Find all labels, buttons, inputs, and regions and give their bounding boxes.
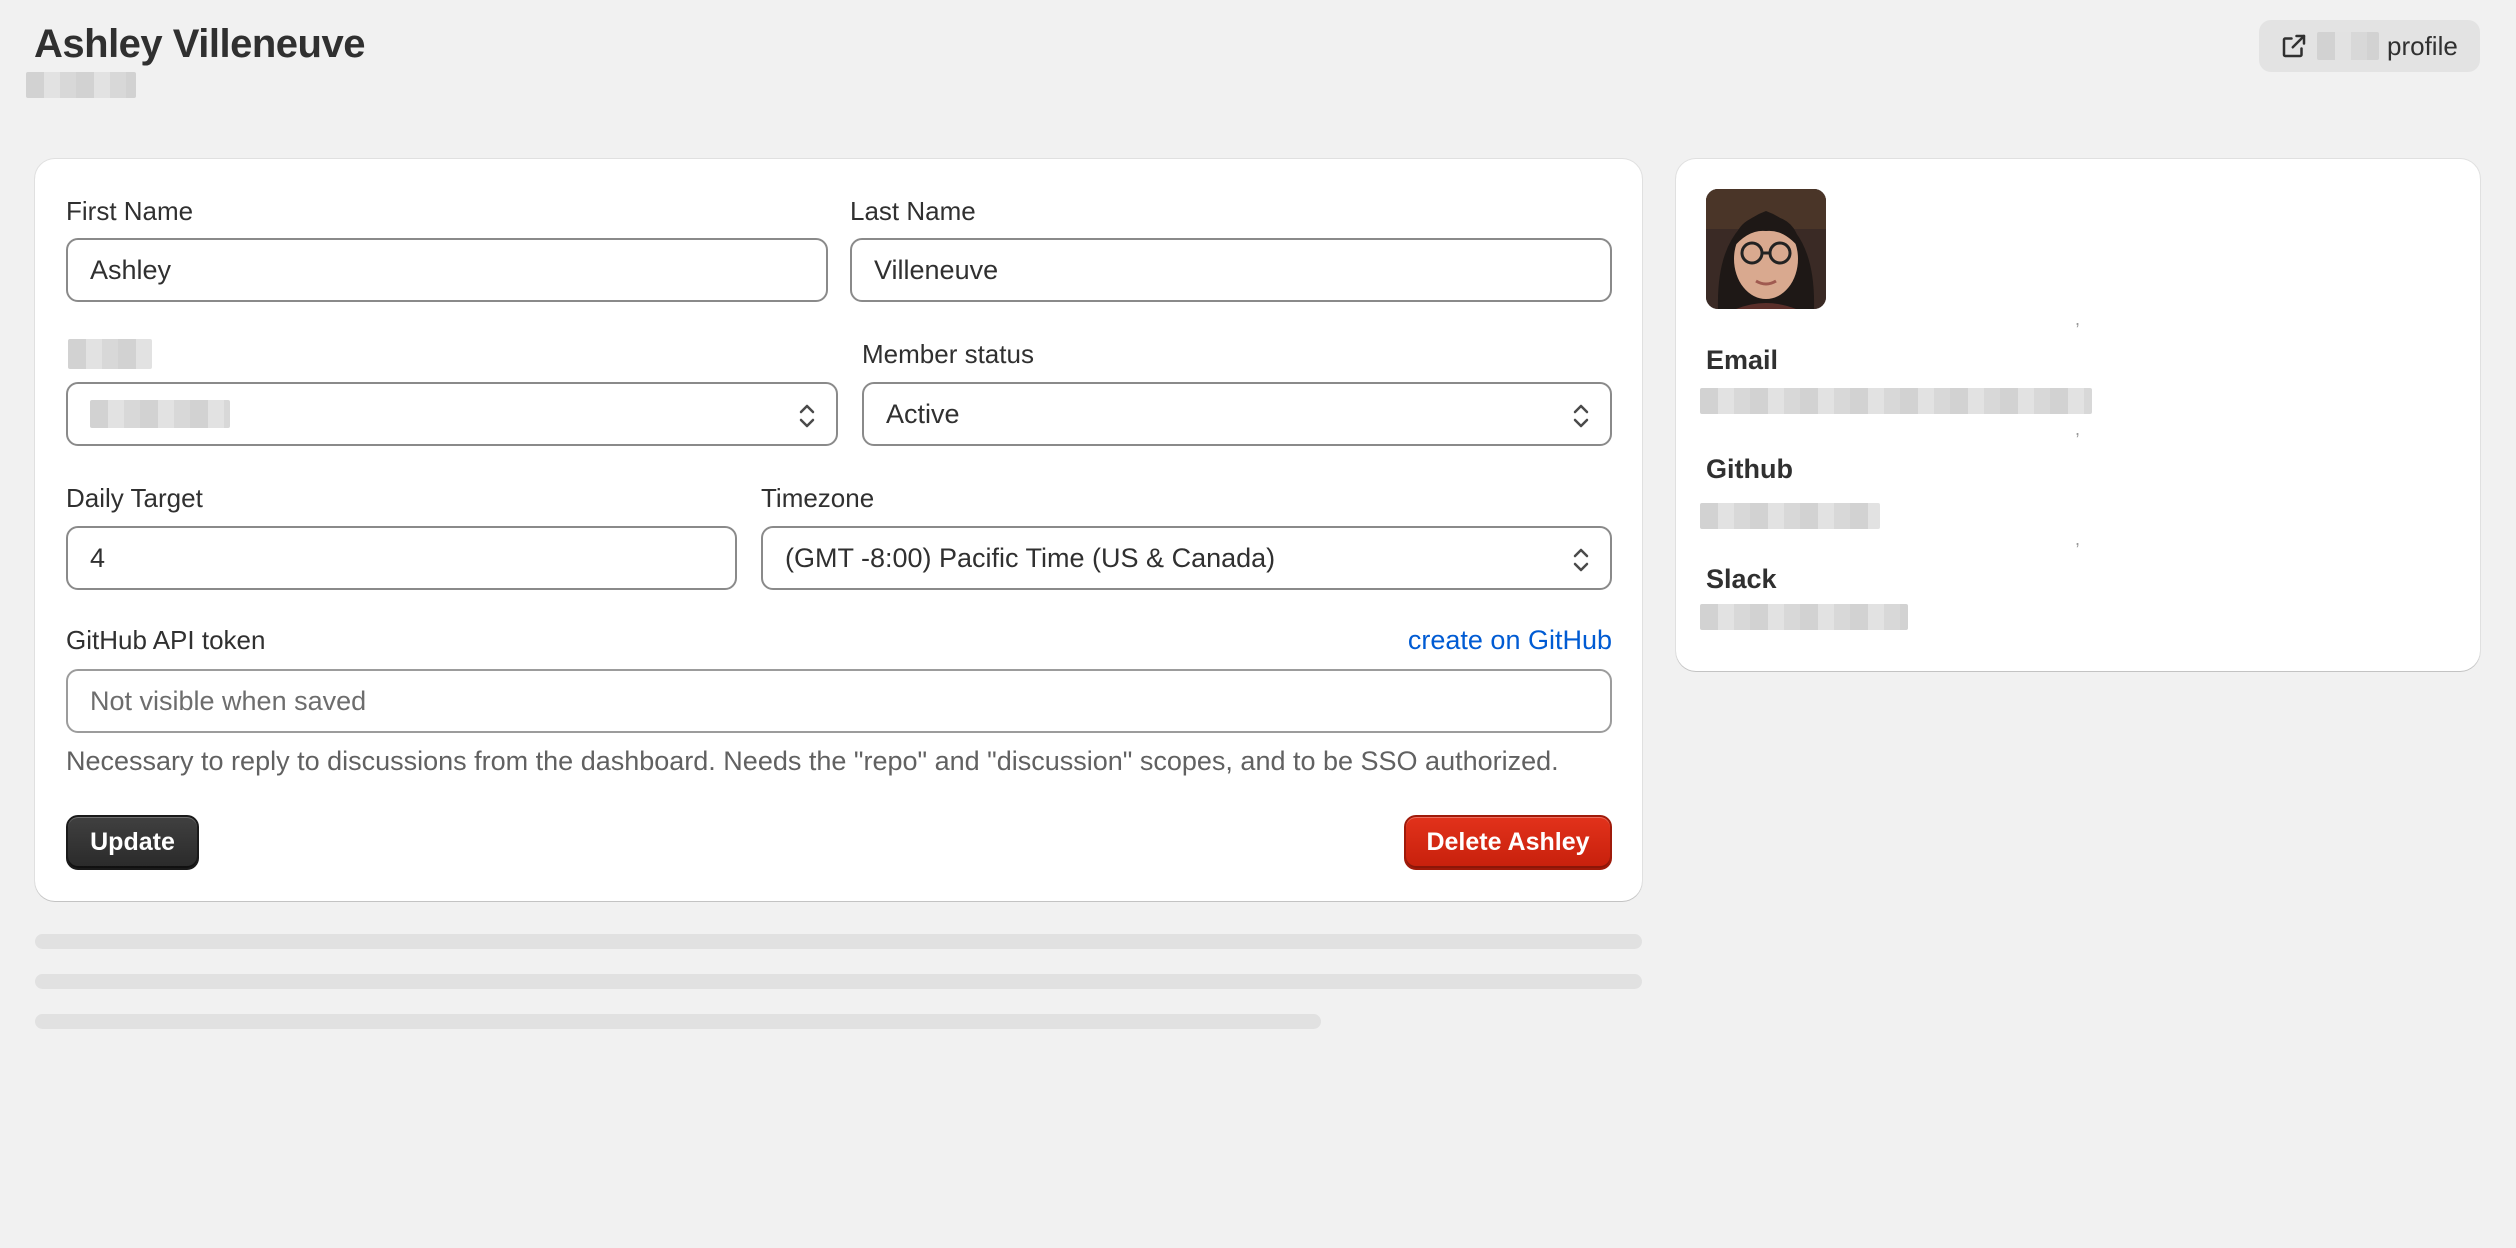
external-link-icon (2279, 31, 2309, 61)
decorative-tick: , (2075, 309, 2081, 329)
member-form-card: First Name Ashley Last Name Villeneuve M… (35, 159, 1642, 901)
first-name-label: First Name (66, 196, 194, 226)
github-heading: Github (1706, 454, 1793, 484)
github-token-label: GitHub API token (66, 625, 266, 655)
redacted-github-handle (1700, 503, 1880, 529)
timezone-label: Timezone (761, 483, 875, 513)
select-chevron-icon (796, 400, 818, 432)
timezone-value: (GMT -8:00) Pacific Time (US & Canada) (785, 542, 1276, 573)
member-status-value: Active (886, 398, 960, 429)
select-chevron-icon (1570, 544, 1592, 576)
avatar (1706, 189, 1826, 309)
select-chevron-icon (1570, 400, 1592, 432)
decorative-tick: , (2075, 419, 2081, 439)
github-token-help-text: Necessary to reply to discussions from t… (66, 746, 1559, 776)
member-status-label: Member status (862, 339, 1034, 369)
last-name-label: Last Name (850, 196, 976, 226)
redacted-profile-source (2317, 32, 2379, 60)
page-title: Ashley Villeneuve (34, 22, 365, 66)
last-name-value: Villeneuve (874, 254, 999, 285)
skeleton-line (35, 974, 1642, 989)
daily-target-value: 4 (90, 542, 106, 573)
email-heading: Email (1706, 345, 1779, 375)
last-name-input[interactable]: Villeneuve (850, 238, 1612, 302)
github-token-input[interactable]: Not visible when saved (66, 669, 1612, 733)
first-name-value: Ashley (90, 254, 172, 285)
skeleton-line (35, 1014, 1321, 1029)
first-name-input[interactable]: Ashley (66, 238, 828, 302)
decorative-tick: , (2075, 529, 2081, 549)
daily-target-input[interactable]: 4 (66, 526, 737, 590)
profile-button-label: profile (2387, 30, 2458, 61)
create-on-github-link[interactable]: create on GitHub (1408, 625, 1612, 656)
redacted-select-value (90, 400, 230, 428)
member-details-card: , Email , Github , Slack (1676, 159, 2480, 671)
daily-target-label: Daily Target (66, 483, 203, 513)
member-status-select[interactable]: Active (862, 382, 1612, 446)
redacted-select[interactable] (66, 382, 838, 446)
github-token-placeholder: Not visible when saved (90, 685, 367, 716)
redacted-subtitle (26, 72, 136, 98)
timezone-select[interactable]: (GMT -8:00) Pacific Time (US & Canada) (761, 526, 1612, 590)
redacted-select-label (68, 339, 152, 369)
redacted-slack-handle (1700, 604, 1908, 630)
slack-heading: Slack (1706, 564, 1777, 594)
delete-member-button[interactable]: Delete Ashley (1404, 815, 1612, 870)
view-profile-button[interactable]: profile (2259, 20, 2480, 72)
update-button[interactable]: Update (66, 815, 199, 870)
skeleton-line (35, 934, 1642, 949)
redacted-email (1700, 388, 2092, 414)
